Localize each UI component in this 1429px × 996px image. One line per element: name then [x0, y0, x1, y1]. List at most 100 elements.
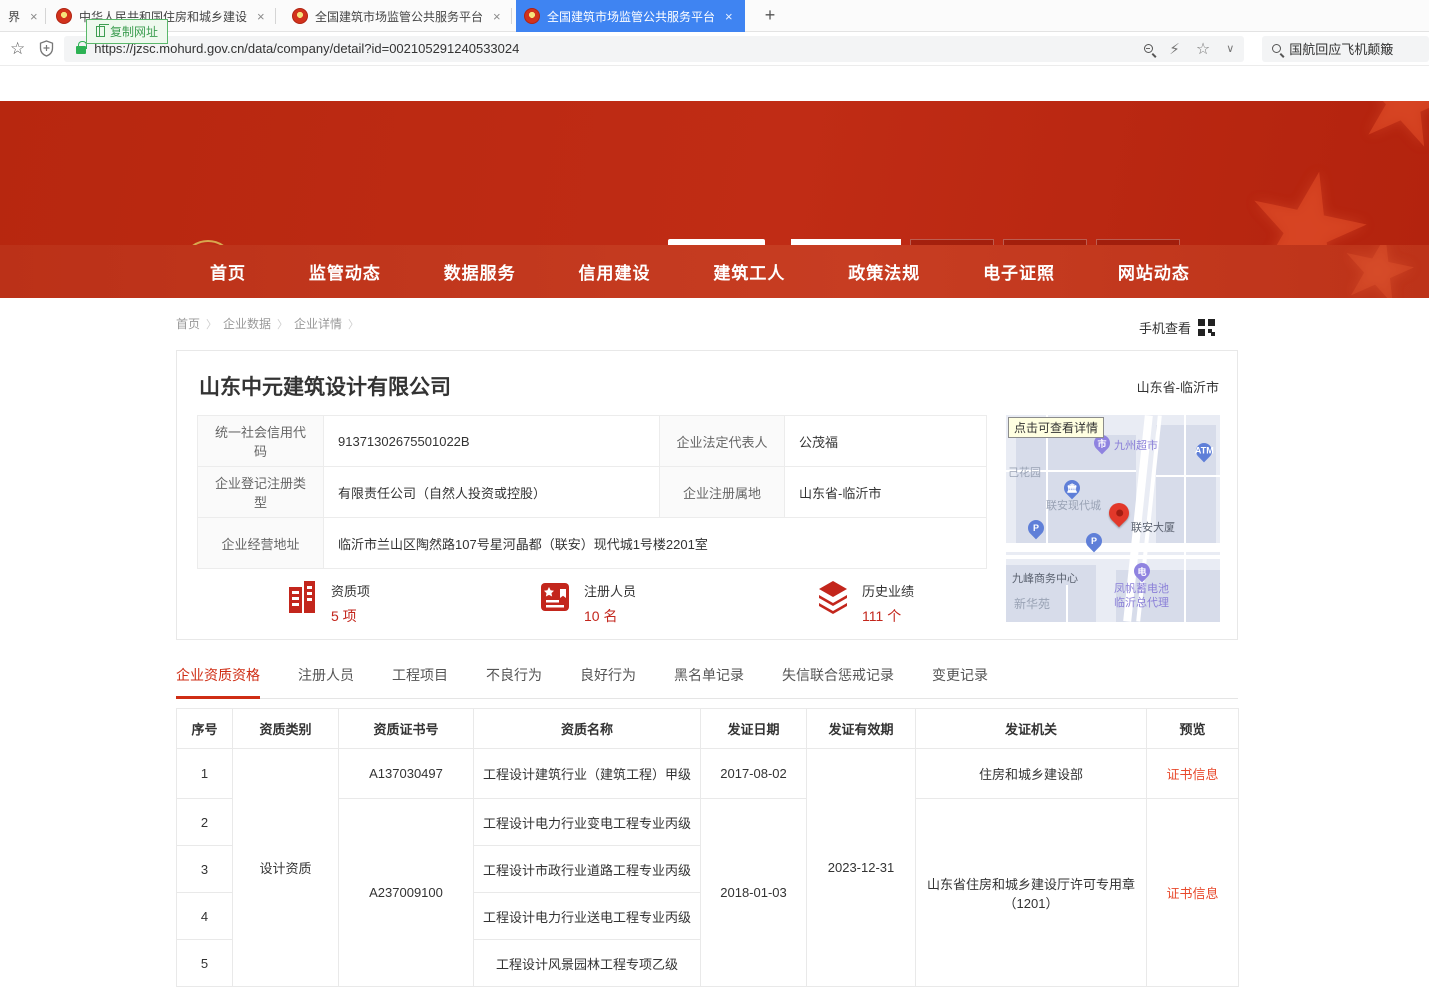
breadcrumb-company-data[interactable]: 企业数据: [223, 315, 271, 332]
emblem-favicon-icon: [524, 8, 540, 24]
col-header-category: 资质类别: [233, 709, 339, 749]
stat-history-performance[interactable]: 历史业绩 111 个: [816, 579, 914, 626]
page: 界 × 中华人民共和国住房和城乡建设 × 全国建筑市场监管公共服务平台 × 全国…: [0, 0, 1429, 996]
nav-item-home[interactable]: 首页: [210, 259, 246, 284]
breadcrumb-company-detail[interactable]: 企业详情: [294, 315, 342, 332]
nav-item-e-license[interactable]: 电子证照: [983, 259, 1055, 284]
nav-item-credit[interactable]: 信用建设: [579, 259, 651, 284]
qr-code-icon[interactable]: [1198, 319, 1215, 336]
tab-blacklist[interactable]: 黑名单记录: [674, 665, 744, 698]
tab-projects[interactable]: 工程项目: [392, 665, 448, 698]
cell-seq: 5: [177, 940, 233, 987]
cell-cert-no: A237009100: [339, 799, 474, 987]
browser-tab-1[interactable]: 界 ×: [0, 0, 46, 32]
stat-value: 10 名: [584, 606, 636, 626]
hot-search-box[interactable]: 国航回应飞机颠簸: [1262, 36, 1429, 62]
copy-url-label: 复制网址: [110, 23, 158, 40]
nav-item-policy[interactable]: 政策法规: [848, 259, 920, 284]
stat-label: 注册人员: [584, 579, 636, 600]
tab-good-behavior[interactable]: 良好行为: [580, 665, 636, 698]
mobile-view-link[interactable]: 手机查看: [1139, 318, 1215, 337]
copy-icon: [96, 26, 105, 37]
copy-url-tooltip[interactable]: 复制网址: [86, 19, 168, 44]
nav-item-site-news[interactable]: 网站动态: [1118, 259, 1190, 284]
map-label-supermarket: 九州超市: [1114, 440, 1158, 454]
map-label-business-center: 九峰商务中心: [1012, 573, 1078, 587]
flag-star-decoration: ★: [1223, 129, 1391, 245]
detail-tabs: 企业资质资格 注册人员 工程项目 不良行为 良好行为 黑名单记录 失信联合惩戒记…: [176, 665, 1238, 699]
new-tab-button[interactable]: +: [758, 5, 782, 26]
favorite-star-icon[interactable]: ☆: [1196, 39, 1210, 59]
address-bar[interactable]: https://jzsc.mohurd.gov.cn/data/company/…: [64, 36, 1244, 62]
browser-tab-active[interactable]: 全国建筑市场监管公共服务平台 ×: [516, 0, 745, 32]
certificate-info-link[interactable]: 证书信息: [1166, 883, 1218, 902]
breadcrumb-separator: 〉: [206, 316, 217, 332]
breadcrumb-separator: 〉: [277, 316, 288, 332]
tab-separator: [45, 8, 46, 24]
col-header-authority: 发证机关: [916, 709, 1147, 749]
stat-value: 111 个: [862, 606, 914, 626]
map-label-battery-agent: 凤帆蓄电池 临沂总代理: [1114, 583, 1169, 611]
col-header-validity: 发证有效期: [807, 709, 916, 749]
tab-close-icon[interactable]: ×: [30, 9, 38, 24]
cell-qual-name: 工程设计市政行业道路工程专业丙级: [474, 846, 701, 893]
qualification-table: 序号 资质类别 资质证书号 资质名称 发证日期 发证有效期 发证机关 预览 1 …: [176, 708, 1239, 987]
flash-icon[interactable]: ⚡: [1169, 40, 1180, 58]
tab-title: 界: [8, 8, 20, 25]
url-text[interactable]: https://jzsc.mohurd.gov.cn/data/company/…: [94, 41, 1134, 56]
stat-value: 5 项: [331, 606, 370, 626]
cell-seq: 1: [177, 749, 233, 799]
tab-close-icon[interactable]: ×: [257, 9, 265, 24]
credit-code-label: 统一社会信用代码: [198, 416, 324, 467]
main-navigation: ★ 首页 监管动态 数据服务 信用建设 建筑工人 政策法规 电子证照 网站动态: [0, 245, 1429, 298]
map-label-xinhuayuan: 新华苑: [1014, 597, 1050, 612]
tab-title: 全国建筑市场监管公共服务平台: [547, 8, 715, 25]
cell-validity: 2023-12-31: [807, 749, 916, 987]
cell-authority: 住房和城乡建设部: [916, 749, 1147, 799]
flag-star-decoration: ★: [1338, 101, 1429, 180]
nav-item-data-service[interactable]: 数据服务: [444, 259, 516, 284]
emblem-favicon-icon: [56, 8, 72, 24]
legal-rep-label: 企业法定代表人: [660, 416, 785, 467]
browser-tabstrip: 界 × 中华人民共和国住房和城乡建设 × 全国建筑市场监管公共服务平台 × 全国…: [0, 0, 1429, 32]
nav-item-supervision[interactable]: 监管动态: [309, 259, 381, 284]
address-value: 临沂市兰山区陶然路107号星河晶都（联安）现代城1号楼2201室: [324, 518, 987, 569]
bookmark-star-icon[interactable]: ☆: [10, 39, 25, 59]
cell-preview: 证书信息: [1147, 749, 1239, 799]
map-tooltip: 点击可查看详情: [1008, 417, 1104, 438]
building-icon: [285, 579, 319, 615]
https-lock-icon: [76, 46, 86, 54]
reg-type-label: 企业登记注册类型: [198, 467, 324, 518]
tab-bad-behavior[interactable]: 不良行为: [486, 665, 542, 698]
mobile-view-label: 手机查看: [1139, 318, 1191, 337]
certificate-icon: [538, 579, 572, 615]
security-shield-icon[interactable]: [39, 40, 54, 57]
stat-label: 资质项: [331, 579, 370, 600]
col-header-issue-date: 发证日期: [701, 709, 807, 749]
cell-issue-date: 2017-08-02: [701, 749, 807, 799]
browser-tab-3[interactable]: 全国建筑市场监管公共服务平台 ×: [284, 0, 512, 32]
cell-seq: 3: [177, 846, 233, 893]
tab-registered-personnel[interactable]: 注册人员: [298, 665, 354, 698]
cell-preview: 证书信息: [1147, 799, 1239, 987]
tab-qualifications[interactable]: 企业资质资格: [176, 665, 260, 698]
tab-separator: [511, 8, 512, 24]
tab-change-records[interactable]: 变更记录: [932, 665, 988, 698]
site-header: ★ ★ ★ 中华人民共和国住房和城乡建设部www.mohurd.gov.cn 全…: [0, 101, 1429, 245]
reg-type-value: 有限责任公司（自然人投资或控股）: [324, 467, 660, 518]
chevron-down-icon[interactable]: ∨: [1226, 42, 1234, 55]
certificate-info-link[interactable]: 证书信息: [1166, 764, 1218, 783]
breadcrumb-home[interactable]: 首页: [176, 315, 200, 332]
hot-search-text[interactable]: 国航回应飞机颠簸: [1289, 39, 1393, 58]
nav-item-workers[interactable]: 建筑工人: [713, 259, 785, 284]
col-header-cert-no: 资质证书号: [339, 709, 474, 749]
tab-dishonesty-records[interactable]: 失信联合惩戒记录: [782, 665, 894, 698]
tab-close-icon[interactable]: ×: [493, 9, 501, 24]
stat-registered-personnel[interactable]: 注册人员 10 名: [538, 579, 636, 626]
tab-close-icon[interactable]: ×: [725, 9, 733, 24]
map-label-modern-city: 联安现代城: [1046, 500, 1101, 514]
zoom-out-icon[interactable]: [1144, 44, 1153, 53]
stat-qualifications[interactable]: 资质项 5 项: [285, 579, 370, 626]
company-name: 山东中元建筑设计有限公司: [199, 371, 451, 401]
company-location-map[interactable]: 点击可查看详情 市 九州超市 己花园 🏛 联安现代城 ATM P P 联安大厦 …: [1006, 415, 1220, 622]
